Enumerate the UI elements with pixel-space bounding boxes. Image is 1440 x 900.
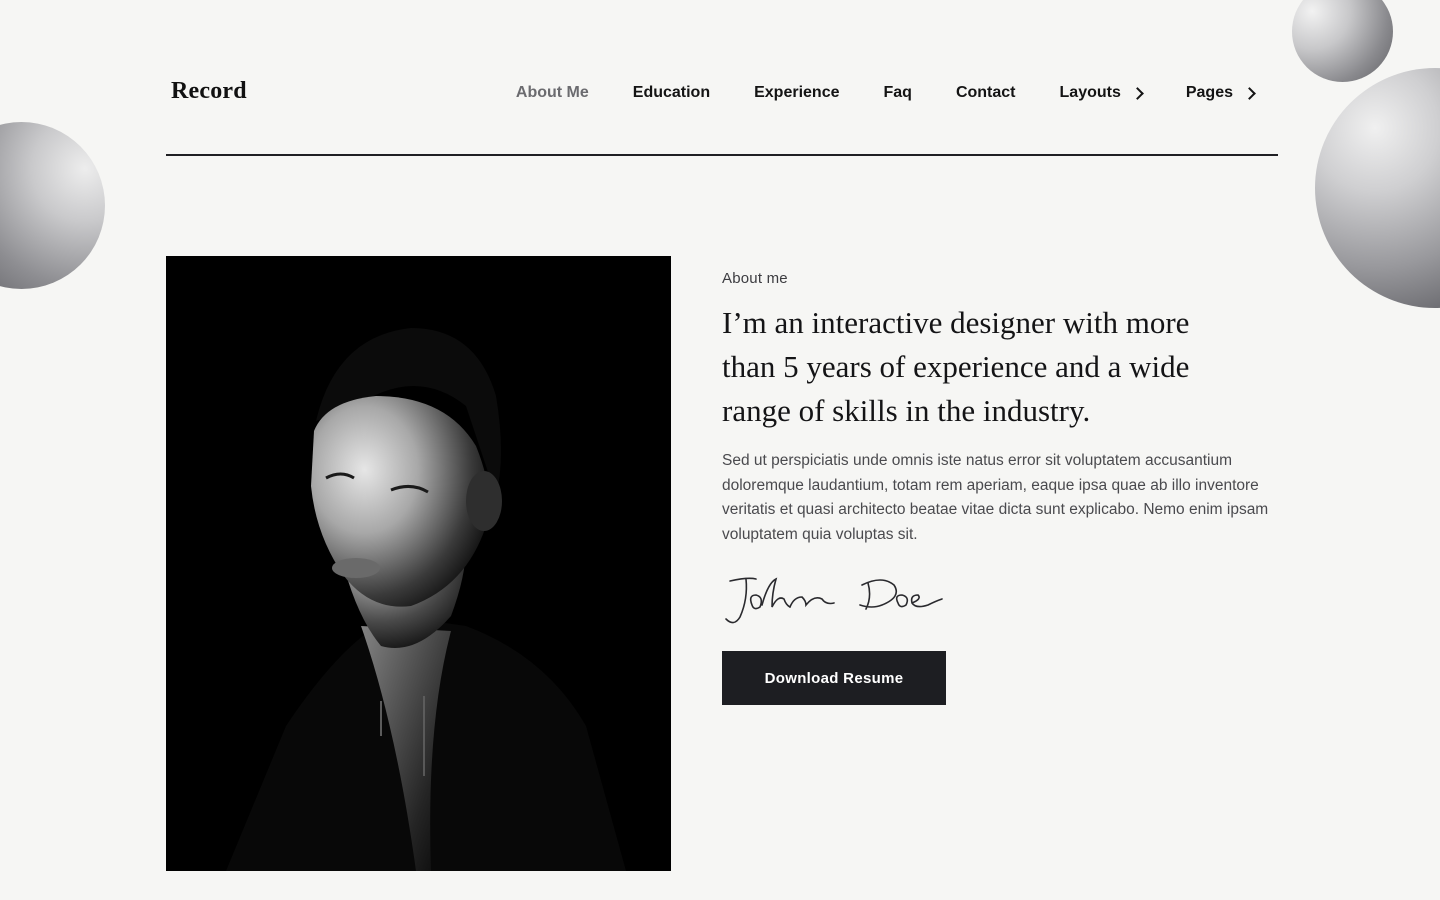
nav-item-label: Faq bbox=[883, 84, 912, 101]
about-section: About me I’m an interactive designer wit… bbox=[722, 270, 1282, 705]
download-resume-button[interactable]: Download Resume bbox=[722, 651, 946, 705]
decorative-sphere-top-right bbox=[1292, 0, 1393, 82]
nav-item-label: Education bbox=[632, 84, 711, 101]
nav-item-label: Layouts bbox=[1059, 84, 1121, 101]
nav-item-layouts[interactable]: Layouts bbox=[1059, 84, 1144, 102]
portrait-photo bbox=[166, 256, 671, 871]
section-eyebrow: About me bbox=[722, 270, 788, 287]
portrait-illustration bbox=[166, 256, 671, 871]
nav-item-label: Pages bbox=[1185, 84, 1233, 101]
nav-item-about-me[interactable]: About Me bbox=[516, 84, 589, 102]
main-nav: About Me Education Experience Faq Contac… bbox=[516, 84, 1256, 102]
signature-image bbox=[722, 573, 952, 629]
nav-item-label: Contact bbox=[955, 84, 1016, 101]
nav-item-faq[interactable]: Faq bbox=[884, 84, 912, 102]
chevron-right-icon bbox=[1243, 87, 1256, 100]
site-logo[interactable]: Record bbox=[171, 78, 247, 105]
nav-item-label: Experience bbox=[754, 84, 840, 101]
nav-item-label: About Me bbox=[515, 84, 589, 101]
page: Record About Me Education Experience Faq… bbox=[0, 0, 1440, 900]
decorative-sphere-right bbox=[1315, 68, 1440, 308]
nav-item-contact[interactable]: Contact bbox=[956, 84, 1016, 102]
nav-item-pages[interactable]: Pages bbox=[1185, 84, 1256, 102]
decorative-sphere-left bbox=[0, 122, 105, 289]
about-headline: I’m an interactive designer with more th… bbox=[722, 305, 1190, 428]
nav-item-education[interactable]: Education bbox=[633, 84, 710, 102]
about-description: Sed ut perspiciatis unde omnis iste natu… bbox=[722, 452, 1269, 543]
chevron-right-icon bbox=[1130, 87, 1144, 100]
site-header: Record About Me Education Experience Faq… bbox=[166, 0, 1278, 156]
nav-item-experience[interactable]: Experience bbox=[754, 84, 839, 102]
signature-scribble bbox=[725, 577, 943, 624]
